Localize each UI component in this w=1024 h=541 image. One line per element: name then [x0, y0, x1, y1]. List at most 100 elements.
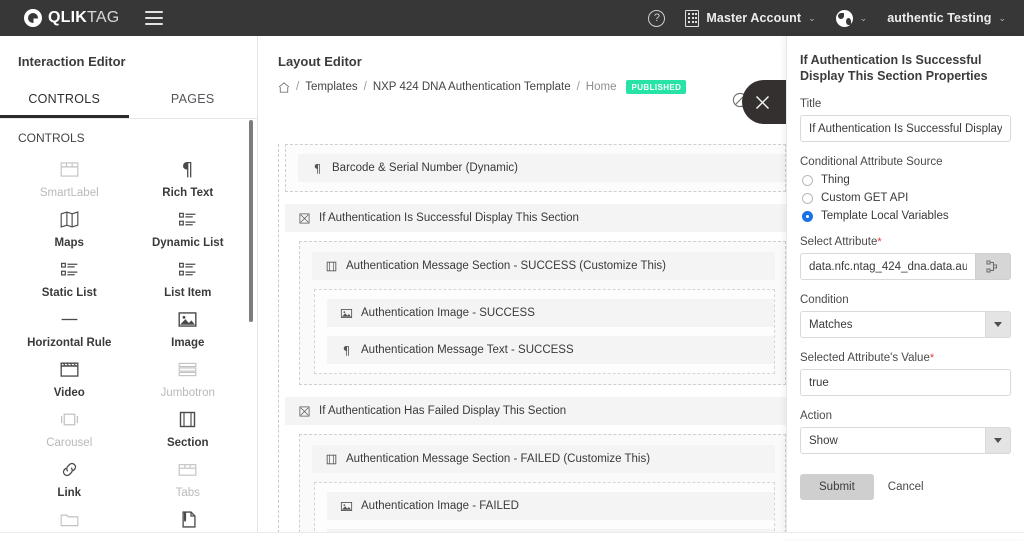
controls-palette: SmartLabel¶Rich TextMapsDynamic List Stat… — [0, 149, 257, 541]
clapperboard-icon — [59, 358, 80, 380]
user-menu[interactable]: authentic Testing ⌄ — [887, 11, 1006, 25]
condition-value[interactable] — [800, 311, 1011, 338]
bottom-bar — [0, 532, 1024, 539]
tree-children: Authentication Image - FAILED¶Authentica… — [314, 482, 775, 539]
section-icon — [177, 409, 198, 430]
building-icon — [685, 10, 699, 27]
tree-row-label: Authentication Message Text - SUCCESS — [361, 344, 574, 356]
palette-item-list-item[interactable]: List Item — [129, 255, 248, 305]
layout-editor-panel: Layout Editor / Templates / NXP 424 DNA … — [259, 36, 786, 539]
globe-icon — [836, 10, 853, 27]
tabs-icon — [177, 458, 198, 480]
chevron-down-icon: ⌄ — [998, 13, 1006, 24]
condition-select[interactable] — [800, 311, 1011, 338]
palette-item-static-list[interactable]: Static List — [10, 255, 129, 305]
breadcrumb-template-name[interactable]: NXP 424 DNA Authentication Template — [373, 81, 571, 93]
tree-row-section[interactable]: Authentication Message Section - SUCCESS… — [312, 252, 775, 280]
action-select[interactable] — [800, 427, 1011, 454]
breadcrumb-templates[interactable]: Templates — [305, 81, 357, 93]
radio-thing[interactable]: Thing — [802, 174, 1011, 186]
radio-thing-label: Thing — [821, 174, 850, 186]
list-icon — [59, 259, 80, 280]
tree-row-child[interactable]: Authentication Image - SUCCESS — [327, 299, 774, 327]
tree-row-conditional[interactable]: If Authentication Has Failed Display Thi… — [285, 397, 786, 425]
chevron-down-icon[interactable] — [985, 311, 1011, 338]
brand-light: TAG — [87, 9, 119, 26]
palette-item-horizontal-rule[interactable]: Horizontal Rule — [10, 305, 129, 355]
brand-logo[interactable]: QLIKTAG — [24, 9, 119, 27]
select-attribute-label: Select Attribute* — [800, 236, 1011, 248]
palette-item-label: List Item — [164, 287, 211, 299]
section-icon — [325, 260, 338, 273]
pilcrow-icon: ¶ — [340, 344, 353, 357]
palette-item-image[interactable]: Image — [129, 305, 248, 355]
chevron-down-icon[interactable] — [985, 427, 1011, 454]
help-circle-icon[interactable]: ? — [648, 10, 665, 27]
select-attribute-text: Select Attribute — [800, 236, 877, 248]
tab-controls[interactable]: CONTROLS — [0, 85, 129, 118]
palette-item-section[interactable]: Section — [129, 405, 248, 455]
palette-item-label: Image — [171, 337, 204, 349]
tree-row-label: If Authentication Has Failed Display Thi… — [319, 405, 566, 417]
radio-icon — [802, 175, 813, 186]
palette-item-label: Horizontal Rule — [27, 337, 111, 349]
tree-row-barcode[interactable]: ¶Barcode & Serial Number (Dynamic) — [298, 154, 785, 182]
image-icon — [177, 308, 198, 330]
radio-custom-get-api[interactable]: Custom GET API — [802, 192, 1011, 204]
tree-row-child[interactable]: Authentication Image - FAILED — [327, 492, 774, 520]
palette-item-rich-text[interactable]: ¶Rich Text — [129, 155, 248, 205]
sidebar-scrollbar[interactable] — [249, 120, 253, 322]
tree-row-section[interactable]: Authentication Message Section - FAILED … — [312, 445, 775, 473]
home-icon[interactable] — [278, 82, 290, 93]
tree-block: ¶Barcode & Serial Number (Dynamic) — [285, 144, 786, 192]
palette-item-carousel[interactable]: Carousel — [10, 405, 129, 455]
radio-template-local-variables[interactable]: Template Local Variables — [802, 210, 1011, 222]
action-value[interactable] — [800, 427, 1011, 454]
layout-tree-root: ¶Barcode & Serial Number (Dynamic) If Aut… — [278, 144, 786, 539]
palette-item-tabs[interactable]: Tabs — [129, 455, 248, 505]
horizontal-rule-icon — [59, 309, 80, 330]
cancel-button[interactable]: Cancel — [888, 481, 924, 493]
pilcrow-icon: ¶ — [177, 158, 198, 180]
palette-item-video[interactable]: Video — [10, 355, 129, 405]
conditional-icon — [298, 405, 311, 418]
jumbotron-icon — [177, 358, 198, 380]
account-selector[interactable]: Master Account ⌄ — [685, 10, 815, 27]
radio-template-local-variables-label: Template Local Variables — [821, 210, 949, 222]
palette-item-label: Static List — [42, 287, 97, 299]
palette-item-link[interactable]: Link — [10, 455, 129, 505]
map-icon — [59, 209, 80, 230]
list-icon — [177, 259, 198, 280]
palette-item-dynamic-list[interactable]: Dynamic List — [129, 205, 248, 255]
attribute-picker-button[interactable] — [975, 253, 1011, 280]
section-properties-panel: If Authentication Is Successful Display … — [786, 36, 1024, 539]
section-icon — [324, 260, 338, 273]
tree-row-child[interactable]: ¶ Authentication Message Text - SUCCESS — [327, 336, 774, 364]
title-input[interactable] — [800, 115, 1011, 142]
pilcrow-icon: ¶ — [339, 344, 353, 357]
folder-icon — [59, 509, 80, 530]
attribute-value-input[interactable] — [800, 369, 1011, 396]
smartlabel-icon — [59, 159, 80, 180]
document-edit-icon — [177, 508, 198, 530]
select-attribute-input[interactable] — [800, 253, 975, 280]
tree-row-conditional[interactable]: If Authentication Is Successful Display … — [285, 204, 786, 232]
hamburger-icon[interactable] — [145, 11, 163, 25]
palette-item-maps[interactable]: Maps — [10, 205, 129, 255]
tree-row-label: Authentication Message Section - SUCCESS… — [346, 260, 666, 272]
palette-item-smartlabel[interactable]: SmartLabel — [10, 155, 129, 205]
chevron-down-icon: ⌄ — [808, 13, 816, 24]
navbar-right-group: ? Master Account ⌄ ⌄ authentic Testing ⌄ — [648, 10, 1006, 27]
tree-conditional-block: If Authentication Is Successful Display … — [285, 204, 786, 385]
palette-item-jumbotron[interactable]: Jumbotron — [129, 355, 248, 405]
tree-row-wrap: Authentication Message Section - FAILED … — [300, 445, 775, 473]
image-icon — [340, 500, 353, 513]
tree-children: Authentication Image - SUCCESS ¶ Authentic… — [314, 289, 775, 374]
locale-selector[interactable]: ⌄ — [836, 10, 868, 27]
close-button[interactable] — [742, 80, 786, 124]
pilcrow-icon: ¶ — [310, 162, 324, 175]
breadcrumb-separator: / — [296, 81, 299, 93]
submit-button[interactable]: Submit — [800, 474, 874, 500]
conditional-source-label: Conditional Attribute Source — [800, 156, 1011, 168]
tab-pages[interactable]: PAGES — [129, 85, 258, 118]
